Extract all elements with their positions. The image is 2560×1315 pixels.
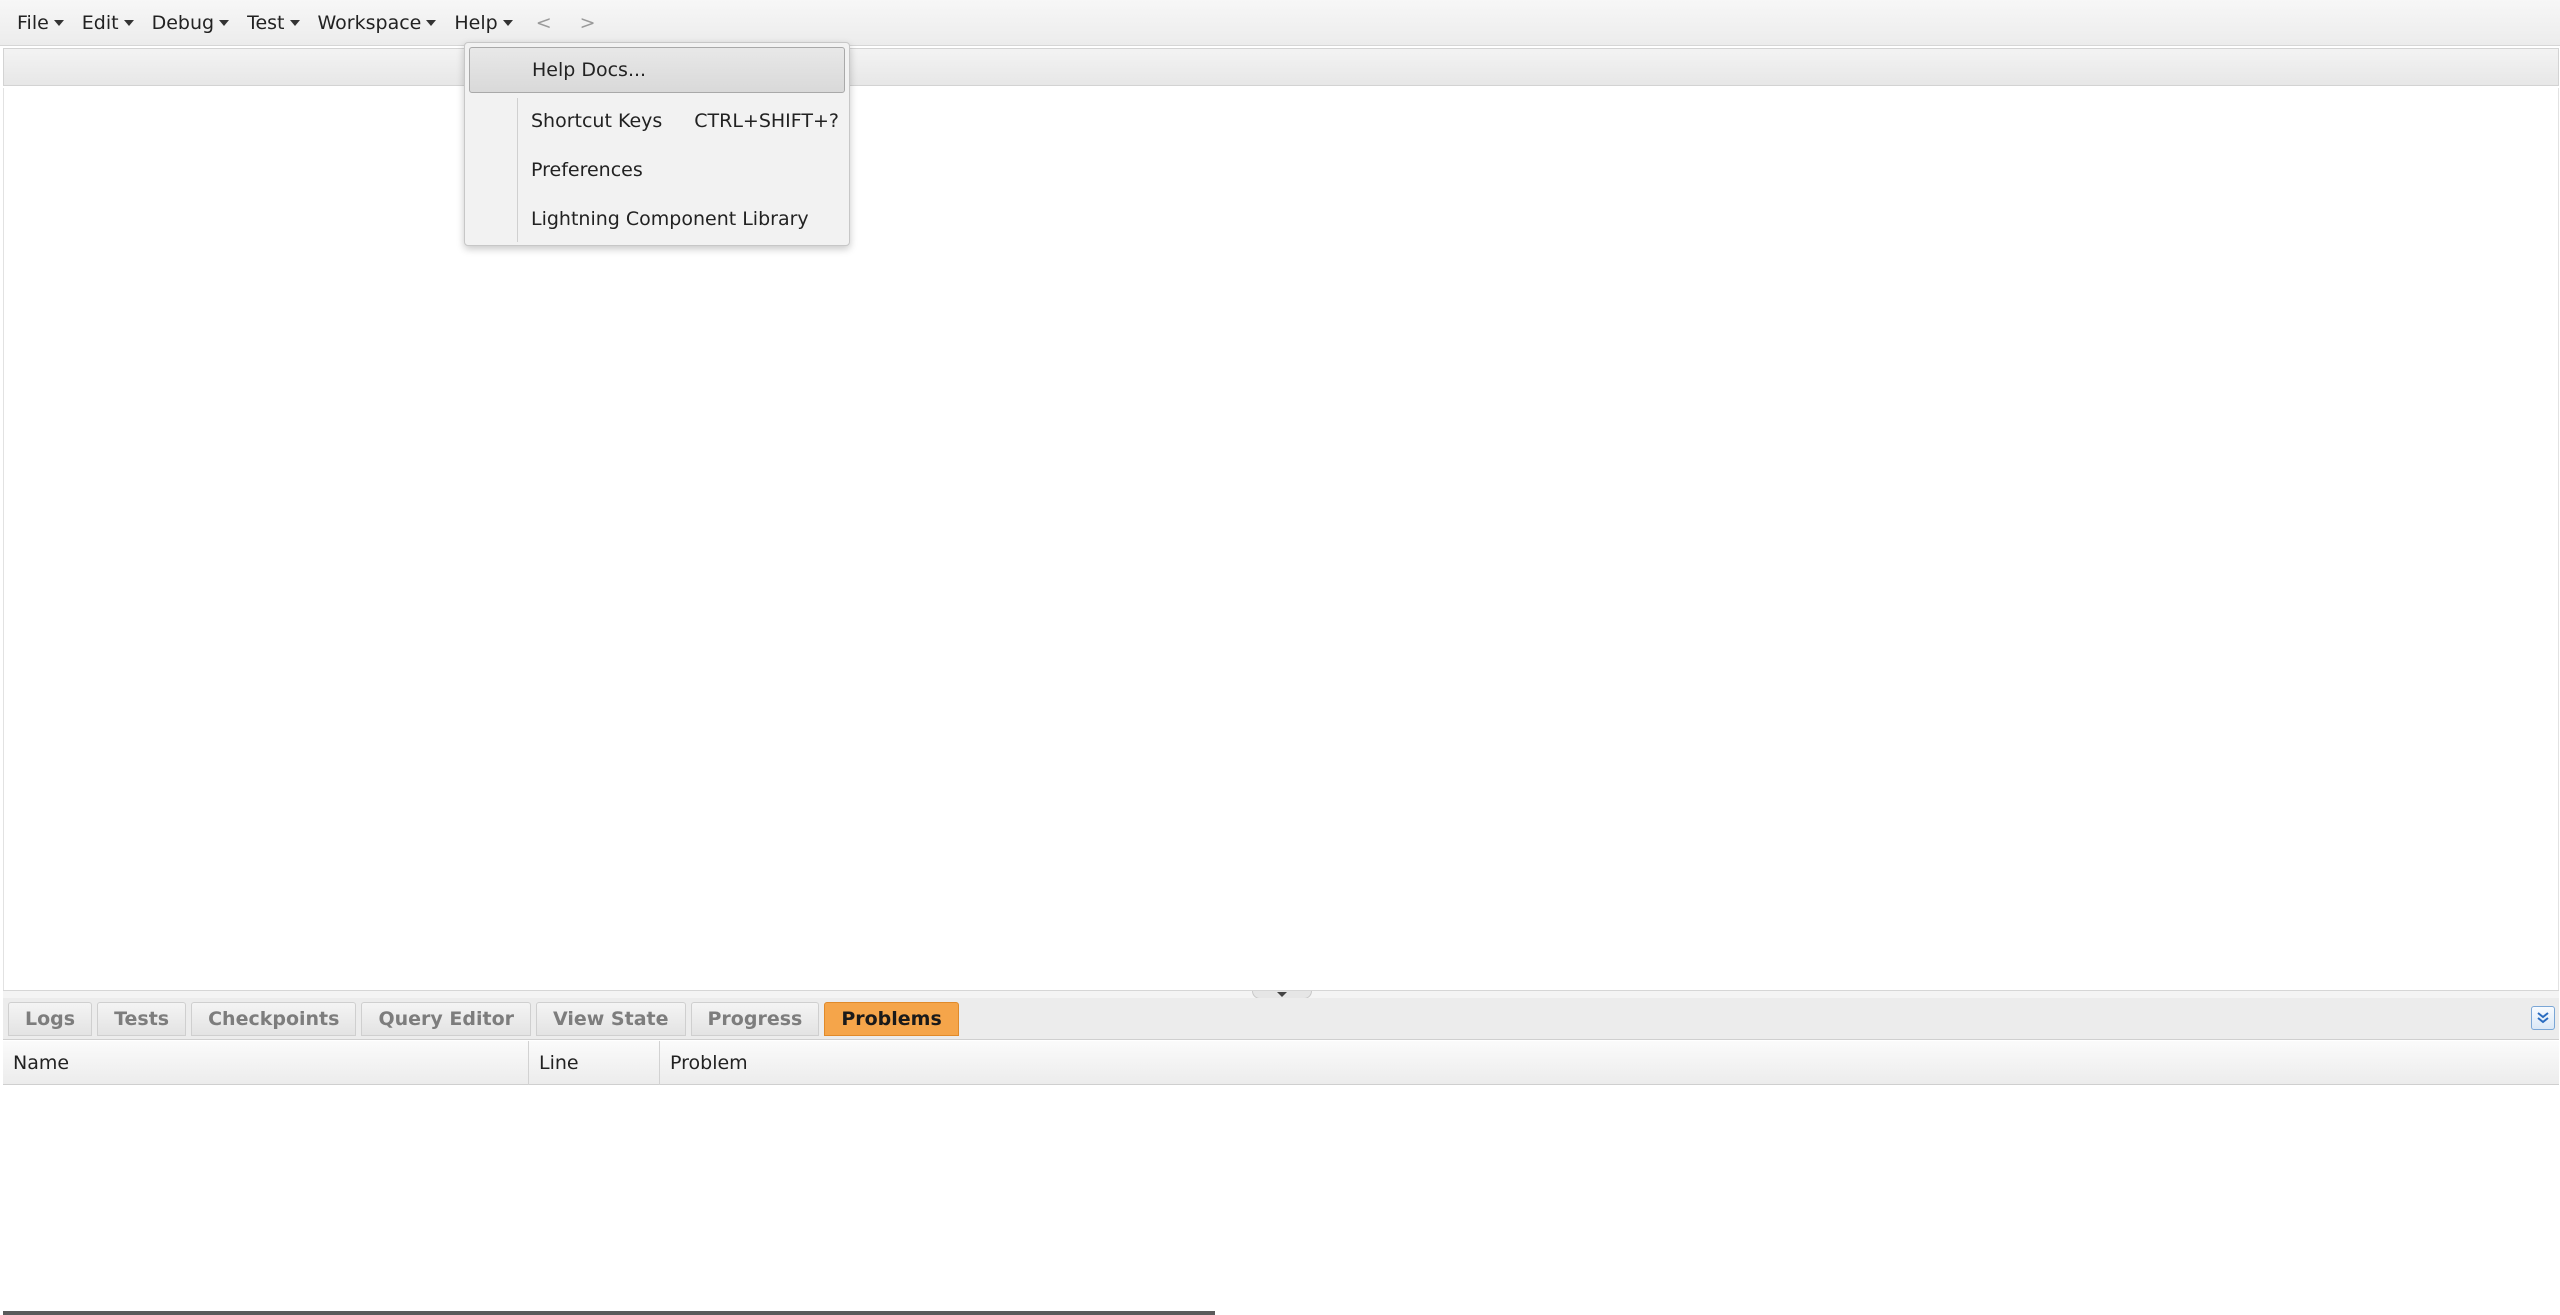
tab-checkpoints[interactable]: Checkpoints: [191, 1002, 357, 1036]
menu-item-shortcut: CTRL+SHIFT+?: [694, 110, 839, 132]
menu-help[interactable]: Help: [445, 4, 521, 42]
tab-view-state[interactable]: View State: [536, 1002, 686, 1036]
menu-item-preferences[interactable]: Preferences: [469, 147, 845, 193]
menu-item-label: Lightning Component Library: [531, 208, 809, 230]
caret-down-icon: [426, 19, 437, 26]
menu-item-shortcut-keys[interactable]: Shortcut Keys CTRL+SHIFT+?: [469, 98, 845, 144]
caret-down-icon: [53, 19, 64, 26]
menu-workspace[interactable]: Workspace: [309, 4, 446, 42]
help-dropdown-menu: Help Docs... Shortcut Keys CTRL+SHIFT+? …: [464, 42, 850, 246]
problems-table-header: Name Line Problem: [3, 1041, 2559, 1085]
bottom-tab-bar: Logs Tests Checkpoints Query Editor View…: [3, 998, 2559, 1040]
menu-edit[interactable]: Edit: [73, 4, 143, 42]
tab-progress[interactable]: Progress: [690, 1002, 820, 1036]
back-button[interactable]: <: [522, 12, 566, 34]
editor-area[interactable]: [3, 88, 2559, 990]
column-header-name[interactable]: Name: [3, 1041, 529, 1085]
caret-down-icon: [123, 19, 134, 26]
tab-tests[interactable]: Tests: [97, 1002, 187, 1036]
menu-debug[interactable]: Debug: [143, 4, 238, 42]
tab-problems[interactable]: Problems: [824, 1002, 959, 1036]
caret-down-icon: [289, 19, 300, 26]
menu-item-label: Preferences: [531, 159, 643, 181]
problems-table-body: [3, 1085, 2559, 1311]
collapse-panel-button[interactable]: [2531, 1006, 2555, 1030]
horizontal-scrollbar[interactable]: [3, 1311, 1215, 1315]
column-header-line[interactable]: Line: [529, 1041, 660, 1085]
menu-item-lightning-component-library[interactable]: Lightning Component Library: [469, 196, 845, 242]
caret-down-icon: [219, 19, 230, 26]
tab-query-editor[interactable]: Query Editor: [361, 1002, 531, 1036]
menu-bar: File Edit Debug Test Workspace Help < >: [0, 0, 2560, 46]
menu-file[interactable]: File: [8, 4, 73, 42]
menu-item-label: Shortcut Keys: [531, 110, 663, 132]
menu-item-label: Help Docs...: [532, 59, 647, 81]
menu-test[interactable]: Test: [238, 4, 308, 42]
editor-tab-strip: [3, 48, 2559, 86]
panel-splitter[interactable]: [3, 990, 2559, 999]
forward-button[interactable]: >: [566, 12, 610, 34]
menu-item-help-docs[interactable]: Help Docs...: [469, 47, 845, 93]
caret-down-icon: [502, 19, 513, 26]
collapse-arrow-icon: [1277, 992, 1287, 997]
tab-logs[interactable]: Logs: [8, 1002, 93, 1036]
menu-workspace-label: Workspace: [317, 11, 422, 34]
double-chevron-down-icon: [2537, 1012, 2549, 1024]
menu-edit-label: Edit: [81, 11, 119, 34]
column-header-problem[interactable]: Problem: [660, 1041, 2559, 1085]
menu-test-label: Test: [247, 11, 285, 34]
menu-file-label: File: [17, 11, 49, 34]
menu-help-label: Help: [454, 11, 498, 34]
menu-debug-label: Debug: [151, 11, 215, 34]
